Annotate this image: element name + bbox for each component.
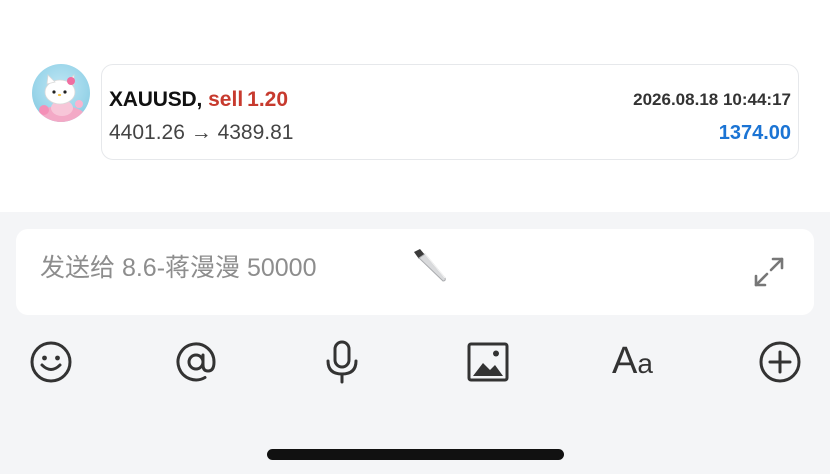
composer: 发送给 8.6-蒋漫漫 50000 [0,212,830,474]
message-input[interactable]: 发送给 8.6-蒋漫漫 50000 [16,229,814,315]
font-icon[interactable]: Aa [612,338,653,384]
microphone-icon[interactable] [319,339,365,385]
expand-icon[interactable] [750,253,788,291]
trade-side: sell [208,88,244,111]
plus-icon[interactable] [757,339,803,385]
font-icon-small: a [637,348,653,379]
emoji-icon[interactable] [28,339,74,385]
trade-timestamp: 2026.08.18 10:44:17 [633,90,791,109]
home-indicator[interactable] [267,449,564,460]
trade-header: XAUUSD, sell 1.20 [109,87,288,113]
image-icon[interactable] [465,339,511,385]
hello-kitty-avatar-icon [37,74,85,122]
trade-message-card[interactable]: XAUUSD, sell 1.20 2026.08.18 10:44:17 4401… [101,64,799,160]
trade-volume: 1.20 [247,88,289,111]
chat-area: XAUUSD, sell 1.20 2026.08.18 10:44:17 4401… [0,0,830,212]
font-icon-big: A [612,340,638,382]
trade-symbol: XAUUSD, [109,88,203,111]
mention-icon[interactable] [173,339,219,385]
trade-price-move: 4401.26 → 4389.81 [109,121,294,144]
knife-icon [414,249,446,282]
avatar[interactable] [32,64,90,122]
trade-profit: 1374.00 [718,122,791,144]
message-input-placeholder: 发送给 8.6-蒋漫漫 50000 [40,254,317,282]
